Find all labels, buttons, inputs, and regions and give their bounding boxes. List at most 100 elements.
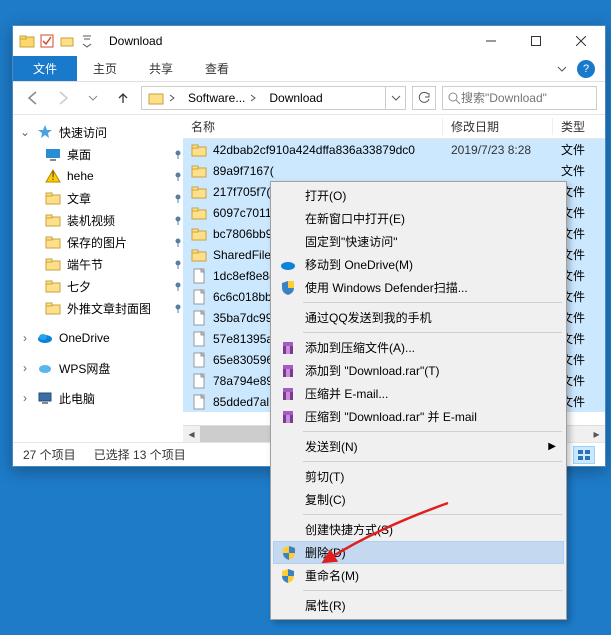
pc-icon bbox=[37, 390, 53, 406]
file-icon bbox=[191, 310, 207, 326]
scroll-left-icon[interactable]: ◂ bbox=[183, 426, 200, 442]
menu-item[interactable]: 压缩到 "Download.rar" 并 E-mail bbox=[273, 405, 564, 428]
menu-item[interactable]: 打开(O) bbox=[273, 184, 564, 207]
breadcrumb-history-icon[interactable] bbox=[385, 87, 405, 109]
breadcrumb[interactable]: Software... Download bbox=[141, 86, 406, 110]
svg-text:!: ! bbox=[51, 169, 54, 183]
menu-item[interactable]: 添加到压缩文件(A)... bbox=[273, 336, 564, 359]
status-item-count: 27 个项目 bbox=[23, 446, 76, 463]
uac-icon bbox=[279, 567, 297, 585]
folder-icon bbox=[45, 278, 61, 294]
menu-item[interactable]: 重命名(M) bbox=[273, 564, 564, 587]
chevron-right-icon[interactable]: › bbox=[19, 331, 31, 345]
nav-item[interactable]: 文章 bbox=[13, 187, 183, 209]
menu-item[interactable]: 使用 Windows Defender扫描... bbox=[273, 276, 564, 299]
file-name: 89a9f7167( bbox=[213, 164, 274, 178]
menu-item[interactable]: 在新窗口中打开(E) bbox=[273, 207, 564, 230]
breadcrumb-segment[interactable]: Download bbox=[263, 87, 328, 109]
scroll-right-icon[interactable]: ▸ bbox=[588, 426, 605, 442]
search-box[interactable] bbox=[442, 86, 597, 110]
nav-item-label: 端午节 bbox=[67, 256, 103, 273]
back-button[interactable] bbox=[21, 86, 45, 110]
column-type[interactable]: 类型 bbox=[553, 118, 605, 135]
nav-item[interactable]: ! hehe bbox=[13, 165, 183, 187]
chevron-right-icon[interactable]: › bbox=[19, 391, 31, 405]
recent-dropdown-icon[interactable] bbox=[81, 86, 105, 110]
file-name: 65e830596 bbox=[213, 353, 273, 367]
breadcrumb-root-icon[interactable] bbox=[142, 87, 182, 109]
file-name: 85dded7al bbox=[213, 395, 269, 409]
table-row[interactable]: 42dbab2cf910a424dffa836a33879dc02019/7/2… bbox=[183, 139, 605, 160]
nav-item-label: hehe bbox=[67, 169, 94, 183]
ribbon-expand-icon[interactable] bbox=[555, 62, 569, 76]
menu-item-label: 重命名(M) bbox=[305, 567, 359, 584]
cloud-icon bbox=[37, 360, 53, 376]
help-icon[interactable]: ? bbox=[577, 60, 595, 78]
maximize-button[interactable] bbox=[513, 27, 558, 56]
column-name[interactable]: 名称 bbox=[183, 118, 443, 135]
menu-separator bbox=[303, 302, 562, 303]
file-icon bbox=[191, 352, 207, 368]
menu-item[interactable]: 属性(R) bbox=[273, 594, 564, 617]
menu-item[interactable]: 压缩并 E-mail... bbox=[273, 382, 564, 405]
view-icons-button[interactable] bbox=[573, 446, 595, 464]
column-date[interactable]: 修改日期 bbox=[443, 118, 553, 135]
chevron-down-icon[interactable]: ⌄ bbox=[19, 125, 31, 139]
file-name: 57e81395a bbox=[213, 332, 273, 346]
submenu-arrow-icon: ▶ bbox=[548, 441, 556, 452]
nav-thispc[interactable]: › 此电脑 bbox=[13, 387, 183, 409]
file-name: 42dbab2cf910a424dffa836a33879dc0 bbox=[213, 143, 415, 157]
nav-item[interactable]: 七夕 bbox=[13, 275, 183, 297]
menu-item[interactable]: 创建快捷方式(S) bbox=[273, 518, 564, 541]
file-name: 217f705f7( bbox=[213, 185, 270, 199]
nav-wps[interactable]: › WPS网盘 bbox=[13, 357, 183, 379]
nav-item[interactable]: 端午节 bbox=[13, 253, 183, 275]
breadcrumb-segment[interactable]: Software... bbox=[182, 87, 263, 109]
shield-icon bbox=[279, 279, 297, 297]
column-headers[interactable]: 名称 修改日期 类型 bbox=[183, 115, 605, 139]
folder-small-icon[interactable] bbox=[59, 33, 75, 49]
ribbon-tab-share[interactable]: 共享 bbox=[133, 56, 189, 81]
search-input[interactable] bbox=[461, 91, 592, 105]
nav-item[interactable]: 保存的图片 bbox=[13, 231, 183, 253]
uac-icon bbox=[280, 544, 298, 562]
nav-quick-access[interactable]: ⌄ 快速访问 bbox=[13, 121, 183, 143]
up-button[interactable] bbox=[111, 86, 135, 110]
menu-item-label: 创建快捷方式(S) bbox=[305, 521, 393, 538]
title-bar[interactable]: Download bbox=[13, 26, 605, 56]
menu-item[interactable]: 移动到 OneDrive(M) bbox=[273, 253, 564, 276]
context-menu[interactable]: 打开(O) 在新窗口中打开(E) 固定到"快速访问"移动到 OneDrive(M)使… bbox=[270, 181, 567, 620]
folder-icon bbox=[45, 234, 61, 250]
menu-item[interactable]: 固定到"快速访问" bbox=[273, 230, 564, 253]
nav-item-label: 装机视频 bbox=[67, 212, 115, 229]
chevron-right-icon[interactable]: › bbox=[19, 361, 31, 375]
nav-item[interactable]: 桌面 bbox=[13, 143, 183, 165]
navigation-pane[interactable]: ⌄ 快速访问 桌面! hehe 文章装机视频保存的图片端午节七夕外推文章封面图 › … bbox=[13, 115, 183, 442]
menu-item[interactable]: 添加到 "Download.rar"(T) bbox=[273, 359, 564, 382]
checkbox-icon[interactable] bbox=[39, 33, 55, 49]
nav-item[interactable]: 装机视频 bbox=[13, 209, 183, 231]
table-row[interactable]: 89a9f7167(文件 bbox=[183, 160, 605, 181]
nav-item-label: 文章 bbox=[67, 190, 91, 207]
onedrive-icon bbox=[37, 330, 53, 346]
ribbon-tab-home[interactable]: 主页 bbox=[77, 56, 133, 81]
nav-item[interactable]: 外推文章封面图 bbox=[13, 297, 183, 319]
nav-onedrive[interactable]: › OneDrive bbox=[13, 327, 183, 349]
forward-button[interactable] bbox=[51, 86, 75, 110]
menu-item[interactable]: 发送到(N)▶ bbox=[273, 435, 564, 458]
menu-item[interactable]: 通过QQ发送到我的手机 bbox=[273, 306, 564, 329]
qat-dropdown-icon[interactable] bbox=[79, 33, 95, 49]
menu-item-label: 在新窗口中打开(E) bbox=[305, 210, 405, 227]
close-button[interactable] bbox=[558, 27, 603, 56]
folder-icon bbox=[19, 33, 35, 49]
minimize-button[interactable] bbox=[468, 27, 513, 56]
menu-item[interactable]: 复制(C) bbox=[273, 488, 564, 511]
nav-item-label: 保存的图片 bbox=[67, 234, 127, 251]
menu-item[interactable]: 删除(D) bbox=[273, 541, 564, 564]
ribbon-tab-view[interactable]: 查看 bbox=[189, 56, 245, 81]
folder-icon bbox=[191, 247, 207, 263]
search-icon bbox=[447, 91, 461, 105]
refresh-button[interactable] bbox=[412, 86, 436, 110]
ribbon-tab-file[interactable]: 文件 bbox=[13, 56, 77, 81]
menu-item[interactable]: 剪切(T) bbox=[273, 465, 564, 488]
